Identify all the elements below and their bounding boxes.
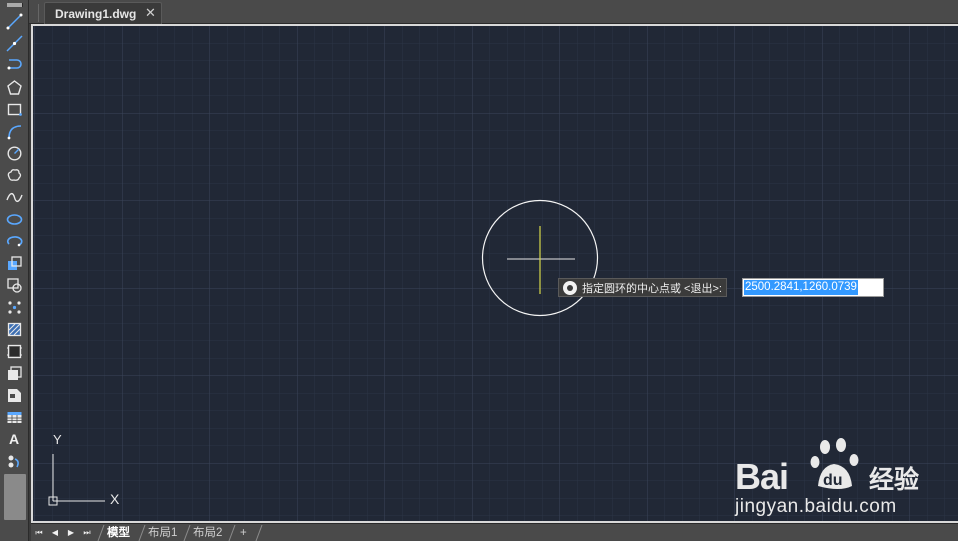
text-tool-label: A <box>8 431 20 447</box>
polyline-icon[interactable] <box>4 55 24 75</box>
gradient-icon[interactable] <box>4 341 24 361</box>
tab-layout1[interactable]: 布局1 <box>144 525 181 541</box>
revision-cloud-icon[interactable] <box>4 165 24 185</box>
arc-icon[interactable] <box>4 121 24 141</box>
coordinate-input[interactable]: 2500.2841,1260.0739 <box>742 278 884 297</box>
circle-icon[interactable] <box>4 143 24 163</box>
hatch-icon[interactable] <box>4 319 24 339</box>
line-icon[interactable] <box>4 11 24 31</box>
region-icon[interactable] <box>4 363 24 383</box>
construction-line-icon[interactable] <box>4 33 24 53</box>
tab-model[interactable]: 模型 <box>103 525 134 541</box>
watermark-brand: 经验 <box>869 466 920 494</box>
wipeout-icon[interactable] <box>4 385 24 405</box>
tab-drawing1[interactable]: Drawing1.dwg ✕ <box>44 2 162 24</box>
tab-layout2[interactable]: 布局2 <box>189 525 226 541</box>
dynamic-input-prompt: 指定圆环的中心点或 <退出>: <box>558 278 727 297</box>
insert-block-icon[interactable] <box>4 253 24 273</box>
coordinate-value: 2500.2841,1260.0739 <box>744 280 858 295</box>
table-icon[interactable] <box>4 407 24 427</box>
ellipse-arc-icon[interactable] <box>4 231 24 251</box>
multiline-text-icon[interactable]: A <box>4 429 24 449</box>
polygon-icon[interactable] <box>4 77 24 97</box>
layout-tab-bar: ⏮ ◀ ▶ ⏭ 模型 布局1 布局2 + <box>31 523 958 541</box>
spline-icon[interactable] <box>4 187 24 207</box>
prev-tab-icon[interactable]: ◀ <box>50 528 60 538</box>
watermark-logo-suffix: du <box>823 472 843 489</box>
baidu-jingyan-watermark: Bai du 经验 jingyan.baidu.com <box>735 438 935 520</box>
command-icon <box>563 280 577 295</box>
draw-toolbar: A <box>0 0 29 541</box>
tab-separator <box>38 4 39 22</box>
toolbar-scrollbar[interactable] <box>4 474 26 520</box>
add-layout-button[interactable]: + <box>236 525 251 541</box>
tab-divider <box>228 525 236 541</box>
paw-icon: du <box>810 438 859 489</box>
rectangle-icon[interactable] <box>4 99 24 119</box>
tab-title: Drawing1.dwg <box>55 7 137 21</box>
ucs-y-label: Y <box>53 432 62 447</box>
toolbar-grip[interactable] <box>7 3 23 7</box>
point-icon[interactable] <box>4 297 24 317</box>
next-tab-icon[interactable]: ▶ <box>66 528 76 538</box>
tab-divider <box>255 525 263 541</box>
prompt-text: 指定圆环的中心点或 <退出>: <box>582 282 722 295</box>
ucs-x-label: X <box>110 491 120 507</box>
close-icon[interactable]: ✕ <box>145 5 156 21</box>
document-tab-bar: Drawing1.dwg ✕ <box>0 0 958 24</box>
make-block-icon[interactable] <box>4 275 24 295</box>
watermark-logo-text: Bai <box>735 456 789 497</box>
add-selected-icon[interactable] <box>4 451 24 471</box>
ellipse-icon[interactable] <box>4 209 24 229</box>
watermark-url: jingyan.baidu.com <box>735 496 897 517</box>
first-tab-icon[interactable]: ⏮ <box>34 528 44 538</box>
last-tab-icon[interactable]: ⏭ <box>82 528 92 538</box>
